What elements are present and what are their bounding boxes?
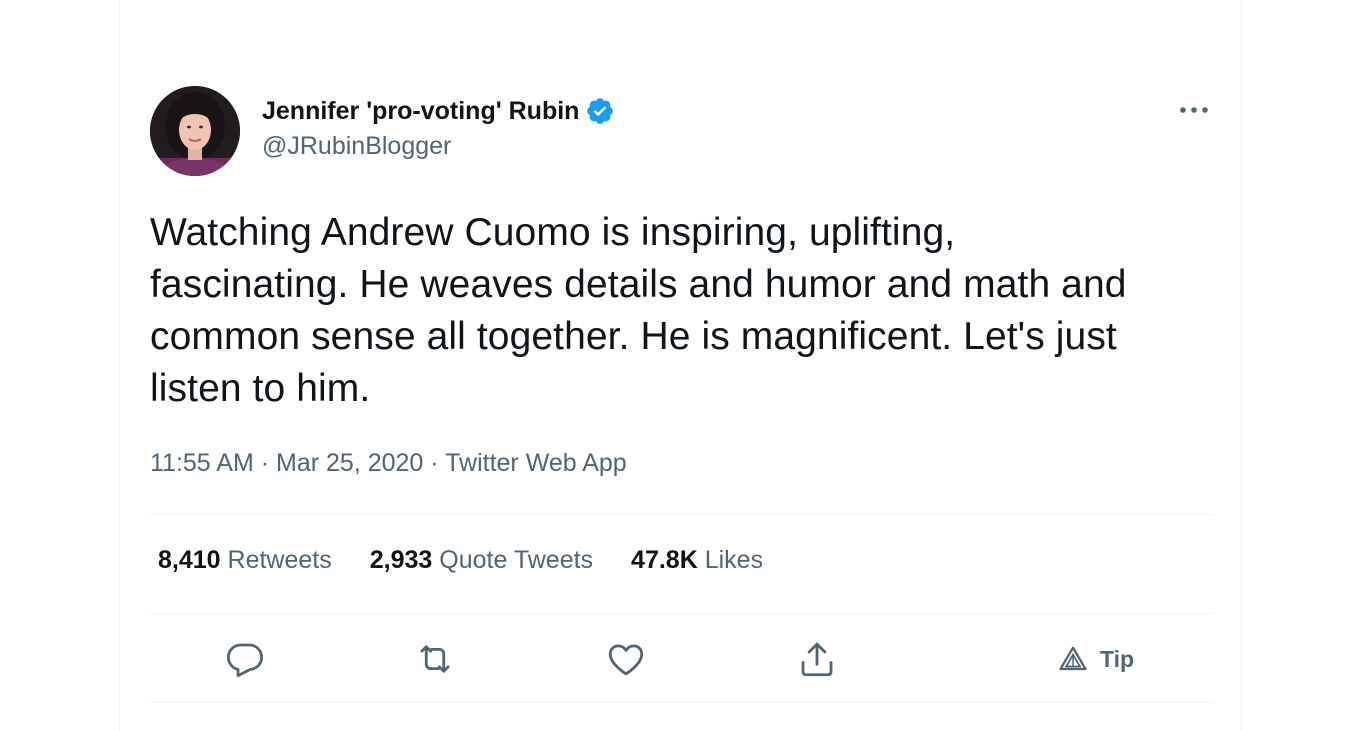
verified-badge-icon [587, 98, 614, 124]
retweets-count: 8,410 [158, 546, 221, 574]
tweet-stats: 8,410 Retweets 2,933 Quote Tweets 47.8K … [158, 546, 801, 575]
tip-button[interactable]: Tip [1058, 638, 1134, 680]
tweet-date[interactable]: Mar 25, 2020 [276, 449, 423, 477]
tweet-time[interactable]: 11:55 AM [150, 449, 254, 477]
quote-tweets-count: 2,933 [369, 546, 433, 574]
like-button[interactable] [605, 638, 647, 680]
author-handle[interactable]: @JRubinBlogger [262, 132, 451, 161]
reply-icon [226, 643, 264, 678]
tweet-text: Watching Andrew Cuomo is inspiring, upli… [150, 211, 1127, 410]
heart-icon [608, 644, 644, 676]
reply-button[interactable] [224, 638, 266, 680]
tip-label: Tip [1100, 645, 1135, 672]
avatar[interactable] [150, 86, 240, 176]
divider [150, 514, 1212, 515]
more-options-button[interactable] [1174, 96, 1214, 124]
divider [150, 613, 1212, 614]
tweet-meta: 11:55 AM · Mar 25, 2020 · Twitter Web Ap… [150, 449, 627, 478]
likes-label: Likes [704, 546, 764, 574]
meta-separator: · [260, 449, 270, 477]
tip-icon [1059, 646, 1087, 671]
author-name-row: Jennifer 'pro-voting' Rubin [262, 95, 615, 127]
quote-tweets-stat[interactable]: 2,933 Quote Tweets [370, 546, 593, 575]
retweets-stat[interactable]: 8,410 Retweets [158, 546, 332, 575]
tweet-source[interactable]: Twitter Web App [445, 449, 627, 477]
share-icon [801, 642, 833, 677]
divider [150, 702, 1212, 703]
retweet-button[interactable] [414, 638, 456, 680]
retweet-icon [420, 645, 450, 673]
more-options-icon [1180, 107, 1208, 113]
likes-count: 47.8K [631, 546, 698, 574]
meta-separator: · [430, 449, 439, 477]
quote-tweets-label: Quote Tweets [439, 546, 594, 574]
retweets-label: Retweets [227, 546, 332, 574]
share-button[interactable] [796, 638, 838, 680]
likes-stat[interactable]: 47.8K Likes [631, 546, 763, 575]
author-display-name[interactable]: Jennifer 'pro-voting' Rubin [262, 97, 579, 126]
